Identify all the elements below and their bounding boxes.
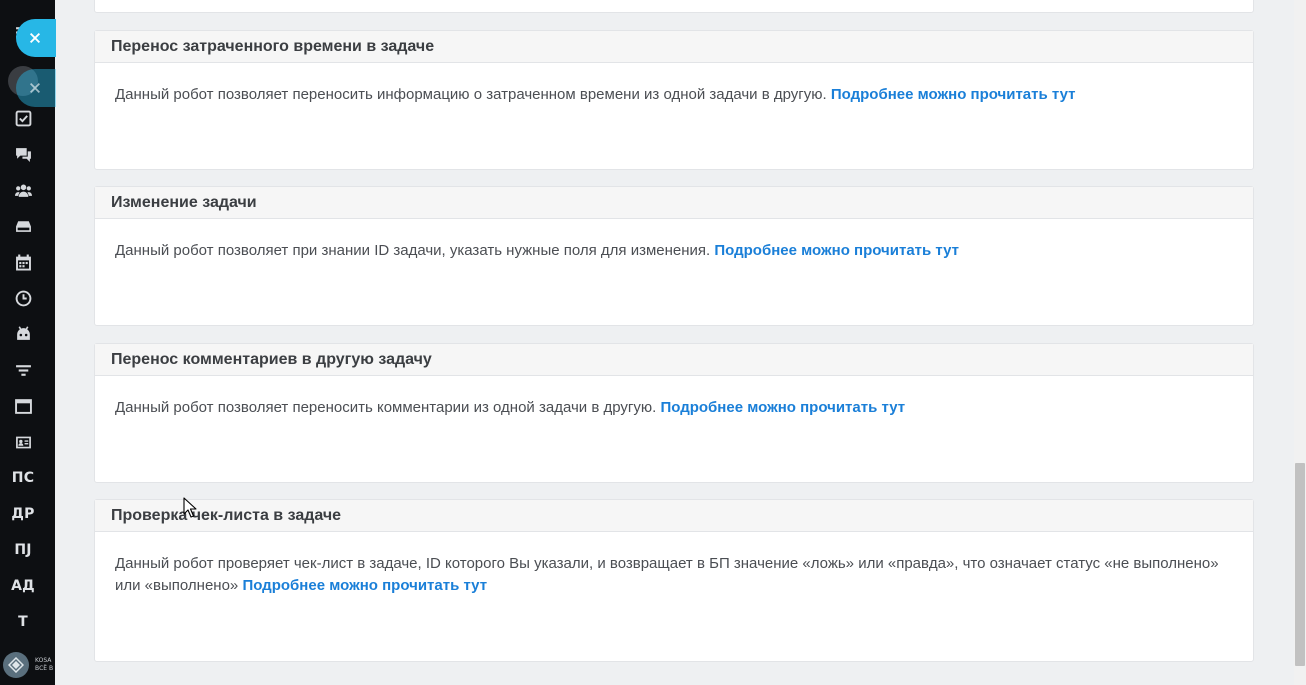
read-more-link[interactable]: Подробнее можно прочитать тут [242, 577, 487, 594]
card-description-text: Данный робот позволяет при знании ID зад… [115, 242, 711, 259]
card-description: Данный робот проверяет чек-лист в задаче… [115, 553, 1233, 597]
sidebar-item-pj[interactable]: ПJ [0, 535, 46, 565]
sidebar-item-ad-label: АД [11, 578, 35, 594]
read-more-link[interactable]: Подробнее можно прочитать тут [660, 399, 905, 416]
card-title: Перенос затраченного времени в задаче [111, 37, 435, 55]
logo-text-line2: ВСЁ В [35, 665, 54, 672]
card-header: Изменение задачи [95, 187, 1253, 219]
previous-card-fragment [94, 0, 1254, 13]
clock-icon[interactable] [0, 283, 46, 313]
window-icon[interactable] [0, 391, 46, 421]
card-title: Проверка чек-листа в задаче [111, 506, 342, 524]
logo-mark-icon [3, 652, 29, 678]
card-header: Перенос комментариев в другую задачу [95, 344, 1253, 376]
sidebar-item-dr[interactable]: ДР [0, 499, 46, 529]
card-title: Перенос комментариев в другую задачу [111, 350, 432, 368]
sidebar-item-dr-label: ДР [11, 506, 35, 522]
sidebar-item-pj-label: ПJ [14, 542, 32, 558]
sidebar-item-t-label: Т [18, 614, 28, 630]
filter-icon[interactable] [0, 355, 46, 385]
scrollbar-thumb[interactable] [1295, 463, 1305, 666]
vertical-scrollbar[interactable] [1294, 0, 1306, 685]
sidebar-item-t[interactable]: Т [0, 607, 46, 637]
mouse-cursor-icon [183, 497, 197, 518]
card-title: Изменение задачи [111, 193, 257, 211]
main-content: Перенос затраченного времени в задаче Да… [55, 0, 1294, 685]
left-sidebar: ПС ДР ПJ АД Т KOSA ВСЁ В [0, 0, 56, 685]
contact-card-icon[interactable] [0, 427, 46, 457]
card-description-text: Данный робот позволяет переносить информ… [115, 86, 827, 103]
card-description: Данный робот позволяет переносить информ… [115, 84, 1233, 106]
close-button[interactable] [16, 19, 56, 57]
close-button-shadow [16, 69, 56, 107]
sidebar-item-ad[interactable]: АД [0, 571, 46, 601]
drive-icon[interactable] [0, 211, 46, 241]
chat-icon[interactable] [0, 139, 46, 169]
sidebar-item-ps-label: ПС [11, 470, 35, 486]
card-description-text: Данный робот позволяет переносить коммен… [115, 399, 657, 416]
robot-card-comments-transfer: Перенос комментариев в другую задачу Дан… [94, 343, 1254, 483]
card-description: Данный робот позволяет переносить коммен… [115, 397, 1233, 419]
sidebar-item-ps[interactable]: ПС [0, 463, 46, 493]
tasks-icon[interactable] [0, 103, 46, 133]
close-icon [29, 32, 41, 44]
card-header: Перенос затраченного времени в задаче [95, 31, 1253, 63]
robot-card-checklist-check: Проверка чек-листа в задаче Данный робот… [94, 499, 1254, 662]
read-more-link[interactable]: Подробнее можно прочитать тут [831, 86, 1076, 103]
robot-card-time-transfer: Перенос затраченного времени в задаче Да… [94, 30, 1254, 170]
robot-icon[interactable] [0, 319, 46, 349]
card-description: Данный робот позволяет при знании ID зад… [115, 240, 1233, 262]
logo-text-line1: KOSA [35, 657, 52, 664]
card-header: Проверка чек-листа в задаче [95, 500, 1253, 532]
robot-card-task-change: Изменение задачи Данный робот позволяет … [94, 186, 1254, 326]
company-logo[interactable]: KOSA ВСЁ В [3, 651, 55, 679]
group-icon[interactable] [0, 175, 46, 205]
read-more-link[interactable]: Подробнее можно прочитать тут [714, 242, 959, 259]
calendar-icon[interactable] [0, 247, 46, 277]
